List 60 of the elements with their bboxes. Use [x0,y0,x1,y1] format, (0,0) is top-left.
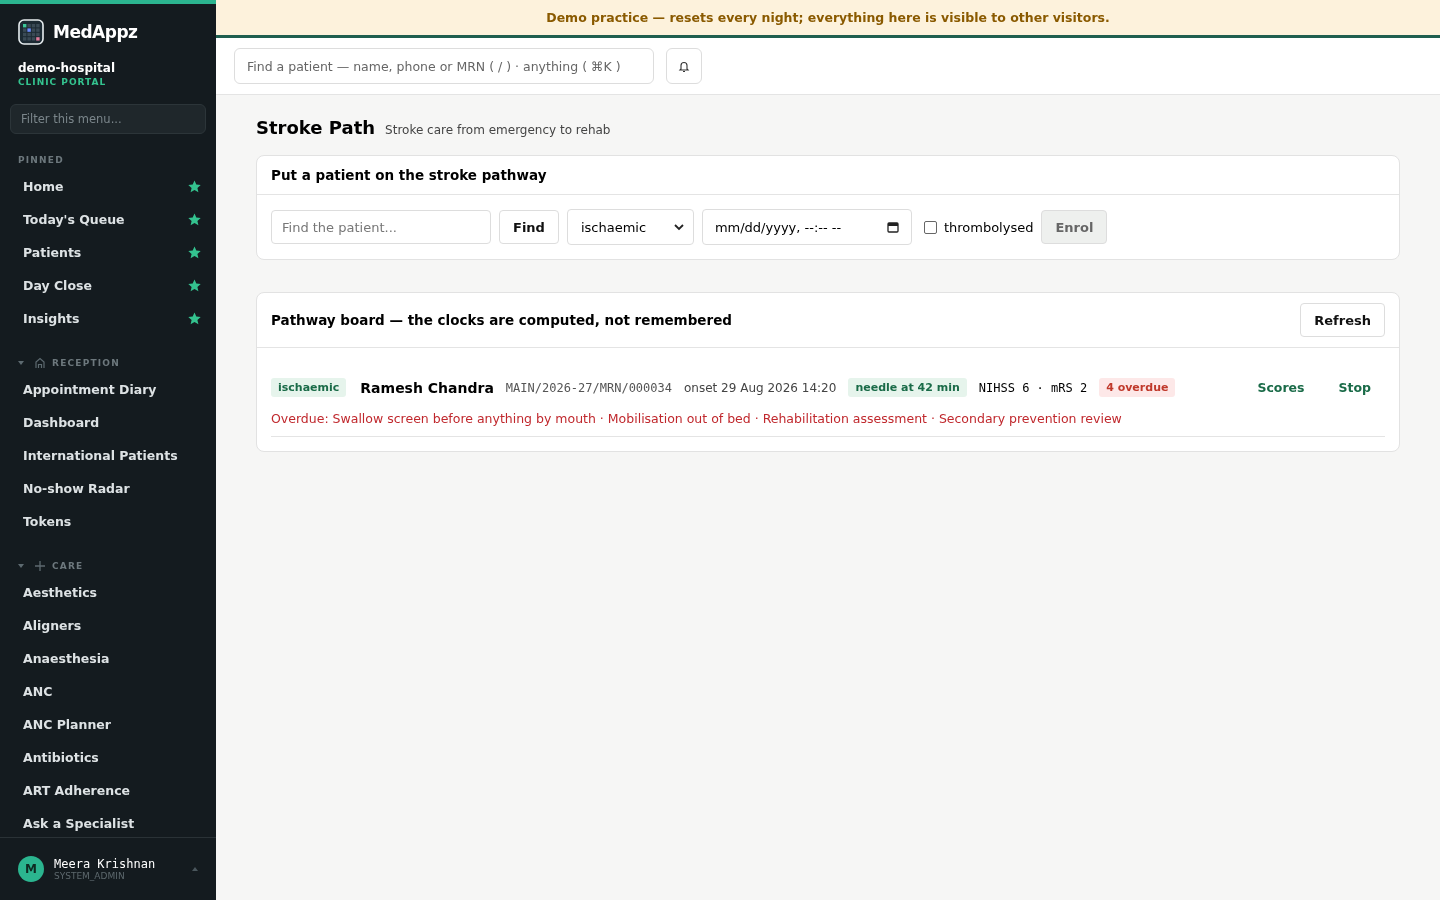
nav-item[interactable]: ANC [0,675,216,708]
user-role: SYSTEM_ADMIN [54,871,126,881]
house-icon [34,357,46,369]
nav-item[interactable]: ANC Planner [0,708,216,741]
nav-item[interactable]: Day Close [0,269,216,302]
caret-icon [192,866,198,872]
filter-field[interactable]: Filter this menu... [10,104,206,134]
card-title: Put a patient on the stroke pathway [257,156,1399,195]
refresh-button[interactable]: Refresh [1300,303,1385,337]
onset-field[interactable]: mm/dd/yyyy, --:-- -- [701,209,912,245]
demo-banner: Demo practice — resets every night; everything here is visible to other visitors. [216,0,1440,38]
patient-field[interactable]: Find the patient... [271,210,491,244]
brand-name: MedAppz [53,22,138,42]
overdue-tag: 4 overdue [1099,378,1176,397]
portal-label: CLINIC PORTAL [17,76,108,87]
calendar-icon [886,221,899,233]
nav-item[interactable]: ART Adherence [0,774,216,807]
nav-item[interactable]: Antibiotics [0,741,216,774]
checkbox-label: thrombolysed [943,219,1034,235]
action-link[interactable]: Stop [1338,380,1371,395]
org-name: demo-hospital [17,60,117,75]
nav-item[interactable]: Appointment Diary [0,373,216,406]
nav-item[interactable]: International Patients [0,439,216,472]
scores-text: NIHSS 6 · mRS 2 [978,380,1088,395]
chevron-icon [673,223,684,231]
nav-item[interactable]: Dashboard [0,406,216,439]
avatar: M [18,856,44,882]
nav-item[interactable]: Tokens [0,505,216,538]
nav-item[interactable]: Insights [0,302,216,335]
thrombolysed-checkbox[interactable] [923,220,937,234]
nav-item[interactable]: Ask a Specialist [0,807,216,837]
logo-icon [18,19,44,45]
nav-item[interactable]: Aesthetics [0,576,216,609]
patient-name: Ramesh Chandra [360,379,494,396]
card-title: Pathway board — the clocks are computed, not remembered [271,312,732,328]
onset-text: onset 29 Aug 2026 14:20 [684,380,837,395]
page-subtitle: Stroke care from emergency to rehab [385,123,611,137]
notifications-button[interactable] [666,48,702,84]
nav-item[interactable]: No-show Radar [0,472,216,505]
nav-item[interactable]: Today's Queue [0,203,216,236]
nav-item[interactable]: Anaesthesia [0,642,216,675]
action-link[interactable]: Scores [1257,380,1305,395]
search-field[interactable]: Find a patient — name, phone or MRN ( / ) · anything ( ⌘K ) [234,48,654,84]
find-button[interactable]: Find [499,210,559,244]
nav-item[interactable]: Patients [0,236,216,269]
section-heading: CARE [52,561,84,571]
type-tag: ischaemic [271,378,347,397]
nav-item[interactable]: Aligners [0,609,216,642]
needle-tag: needle at 42 min [848,378,967,397]
mrn-text: MAIN/2026-27/MRN/000034 [505,380,672,395]
user-name: Meera Krishnan [54,857,157,871]
bell-icon [678,59,690,73]
overdue-list: Overdue: Swallow screen before anything by mouth · Mobilisation out of bed · Rehabilitation assessment · Secondary prevention review [271,411,1385,426]
section-heading: RECEPTION [52,358,120,368]
user-menu[interactable]: M Meera Krishnan SYSTEM_ADMIN [0,837,216,900]
section-heading: PINNED [18,155,64,165]
nav-item[interactable]: Home [0,170,216,203]
page-title: Stroke Path [256,117,376,138]
plus-icon [34,560,46,572]
type-dropdown[interactable]: ischaemic [566,209,694,245]
